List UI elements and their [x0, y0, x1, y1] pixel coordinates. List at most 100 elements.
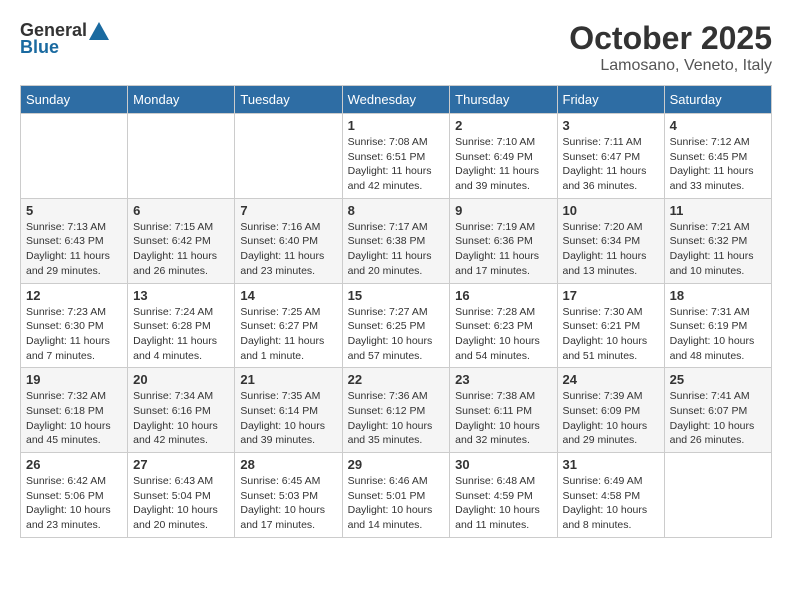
day-number: 15	[348, 288, 445, 303]
calendar-table: SundayMondayTuesdayWednesdayThursdayFrid…	[20, 85, 772, 538]
day-cell: 1 Sunrise: 7:08 AMSunset: 6:51 PMDaylight…	[342, 114, 450, 199]
day-number: 7	[240, 203, 336, 218]
day-info: Sunrise: 7:35 AMSunset: 6:14 PMDaylight:…	[240, 389, 336, 448]
day-cell: 21 Sunrise: 7:35 AMSunset: 6:14 PMDayligh…	[235, 368, 342, 453]
day-cell: 3Sunrise: 7:11 AMSunset: 6:47 PMDaylight…	[557, 114, 664, 199]
day-cell	[128, 114, 235, 199]
day-number: 1	[348, 118, 445, 133]
day-cell: 29 Sunrise: 6:46 AMSunset: 5:01 PMDayligh…	[342, 453, 450, 538]
day-cell: 6 Sunrise: 7:15 AMSunset: 6:42 PMDaylight…	[128, 198, 235, 283]
week-row-4: 26 Sunrise: 6:42 AMSunset: 5:06 PMDayligh…	[21, 453, 772, 538]
day-info: Sunrise: 7:08 AMSunset: 6:51 PMDaylight:…	[348, 135, 445, 194]
day-cell: 25 Sunrise: 7:41 AMSunset: 6:07 PMDayligh…	[664, 368, 771, 453]
day-cell: 16 Sunrise: 7:28 AMSunset: 6:23 PMDayligh…	[450, 283, 557, 368]
day-info: Sunrise: 7:36 AMSunset: 6:12 PMDaylight:…	[348, 389, 445, 448]
day-cell: 8 Sunrise: 7:17 AMSunset: 6:38 PMDaylight…	[342, 198, 450, 283]
day-cell: 30 Sunrise: 6:48 AMSunset: 4:59 PMDayligh…	[450, 453, 557, 538]
day-number: 16	[455, 288, 551, 303]
day-cell: 4Sunrise: 7:12 AMSunset: 6:45 PMDaylight…	[664, 114, 771, 199]
day-number: 28	[240, 457, 336, 472]
day-cell	[21, 114, 128, 199]
day-cell: 22 Sunrise: 7:36 AMSunset: 6:12 PMDayligh…	[342, 368, 450, 453]
day-info: Sunrise: 7:24 AMSunset: 6:28 PMDaylight:…	[133, 305, 229, 364]
day-cell: 5 Sunrise: 7:13 AMSunset: 6:43 PMDaylight…	[21, 198, 128, 283]
day-info: Sunrise: 7:38 AMSunset: 6:11 PMDaylight:…	[455, 389, 551, 448]
day-info: Sunrise: 7:41 AMSunset: 6:07 PMDaylight:…	[670, 389, 766, 448]
day-cell: 26 Sunrise: 6:42 AMSunset: 5:06 PMDayligh…	[21, 453, 128, 538]
day-info: Sunrise: 7:12 AMSunset: 6:45 PMDaylight:…	[670, 135, 766, 194]
day-cell: 17 Sunrise: 7:30 AMSunset: 6:21 PMDayligh…	[557, 283, 664, 368]
day-info: Sunrise: 7:23 AMSunset: 6:30 PMDaylight:…	[26, 305, 122, 364]
week-row-1: 5 Sunrise: 7:13 AMSunset: 6:43 PMDaylight…	[21, 198, 772, 283]
day-number: 13	[133, 288, 229, 303]
day-number: 27	[133, 457, 229, 472]
day-number: 6	[133, 203, 229, 218]
day-info: Sunrise: 7:13 AMSunset: 6:43 PMDaylight:…	[26, 220, 122, 279]
logo-icon	[89, 22, 109, 40]
day-cell: 13 Sunrise: 7:24 AMSunset: 6:28 PMDayligh…	[128, 283, 235, 368]
day-info: Sunrise: 7:30 AMSunset: 6:21 PMDaylight:…	[563, 305, 659, 364]
day-cell: 9 Sunrise: 7:19 AMSunset: 6:36 PMDaylight…	[450, 198, 557, 283]
day-info: Sunrise: 7:10 AMSunset: 6:49 PMDaylight:…	[455, 135, 551, 194]
week-row-2: 12 Sunrise: 7:23 AMSunset: 6:30 PMDayligh…	[21, 283, 772, 368]
day-number: 11	[670, 203, 766, 218]
day-number: 21	[240, 372, 336, 387]
logo: General Blue	[20, 20, 111, 58]
header-cell-thursday: Thursday	[450, 86, 557, 114]
logo-blue: Blue	[20, 37, 59, 58]
calendar-subtitle: Lamosano, Veneto, Italy	[569, 57, 772, 75]
day-info: Sunrise: 6:45 AMSunset: 5:03 PMDaylight:…	[240, 474, 336, 533]
day-info: Sunrise: 7:28 AMSunset: 6:23 PMDaylight:…	[455, 305, 551, 364]
day-cell: 20Sunrise: 7:34 AMSunset: 6:16 PMDayligh…	[128, 368, 235, 453]
day-number: 8	[348, 203, 445, 218]
header-cell-monday: Monday	[128, 86, 235, 114]
day-info: Sunrise: 6:46 AMSunset: 5:01 PMDaylight:…	[348, 474, 445, 533]
day-cell	[235, 114, 342, 199]
day-number: 30	[455, 457, 551, 472]
day-number: 26	[26, 457, 122, 472]
day-info: Sunrise: 7:32 AMSunset: 6:18 PMDaylight:…	[26, 389, 122, 448]
calendar-title: October 2025	[569, 20, 772, 57]
day-cell: 12 Sunrise: 7:23 AMSunset: 6:30 PMDayligh…	[21, 283, 128, 368]
day-cell: 23 Sunrise: 7:38 AMSunset: 6:11 PMDayligh…	[450, 368, 557, 453]
day-info: Sunrise: 7:17 AMSunset: 6:38 PMDaylight:…	[348, 220, 445, 279]
title-area: October 2025 Lamosano, Veneto, Italy	[569, 20, 772, 75]
day-cell: 24Sunrise: 7:39 AMSunset: 6:09 PMDayligh…	[557, 368, 664, 453]
day-info: Sunrise: 7:20 AMSunset: 6:34 PMDaylight:…	[563, 220, 659, 279]
day-number: 22	[348, 372, 445, 387]
day-info: Sunrise: 7:11 AMSunset: 6:47 PMDaylight:…	[563, 135, 659, 194]
day-number: 5	[26, 203, 122, 218]
day-info: Sunrise: 6:48 AMSunset: 4:59 PMDaylight:…	[455, 474, 551, 533]
day-number: 25	[670, 372, 766, 387]
day-number: 9	[455, 203, 551, 218]
header: General Blue October 2025 Lamosano, Vene…	[20, 20, 772, 75]
day-number: 10	[563, 203, 659, 218]
header-cell-tuesday: Tuesday	[235, 86, 342, 114]
header-cell-saturday: Saturday	[664, 86, 771, 114]
header-cell-friday: Friday	[557, 86, 664, 114]
day-cell: 15 Sunrise: 7:27 AMSunset: 6:25 PMDayligh…	[342, 283, 450, 368]
day-number: 19	[26, 372, 122, 387]
day-info: Sunrise: 7:15 AMSunset: 6:42 PMDaylight:…	[133, 220, 229, 279]
day-number: 2	[455, 118, 551, 133]
header-row: SundayMondayTuesdayWednesdayThursdayFrid…	[21, 86, 772, 114]
day-number: 12	[26, 288, 122, 303]
day-number: 17	[563, 288, 659, 303]
day-cell: 31Sunrise: 6:49 AMSunset: 4:58 PMDayligh…	[557, 453, 664, 538]
header-cell-wednesday: Wednesday	[342, 86, 450, 114]
day-info: Sunrise: 6:42 AMSunset: 5:06 PMDaylight:…	[26, 474, 122, 533]
day-cell: 11Sunrise: 7:21 AMSunset: 6:32 PMDayligh…	[664, 198, 771, 283]
day-info: Sunrise: 7:19 AMSunset: 6:36 PMDaylight:…	[455, 220, 551, 279]
day-info: Sunrise: 6:49 AMSunset: 4:58 PMDaylight:…	[563, 474, 659, 533]
day-number: 23	[455, 372, 551, 387]
day-cell: 27 Sunrise: 6:43 AMSunset: 5:04 PMDayligh…	[128, 453, 235, 538]
day-number: 20	[133, 372, 229, 387]
day-info: Sunrise: 7:27 AMSunset: 6:25 PMDaylight:…	[348, 305, 445, 364]
day-cell	[664, 453, 771, 538]
day-number: 29	[348, 457, 445, 472]
day-info: Sunrise: 7:25 AMSunset: 6:27 PMDaylight:…	[240, 305, 336, 364]
day-info: Sunrise: 7:39 AMSunset: 6:09 PMDaylight:…	[563, 389, 659, 448]
day-info: Sunrise: 6:43 AMSunset: 5:04 PMDaylight:…	[133, 474, 229, 533]
day-cell: 18Sunrise: 7:31 AMSunset: 6:19 PMDayligh…	[664, 283, 771, 368]
day-cell: 19 Sunrise: 7:32 AMSunset: 6:18 PMDayligh…	[21, 368, 128, 453]
